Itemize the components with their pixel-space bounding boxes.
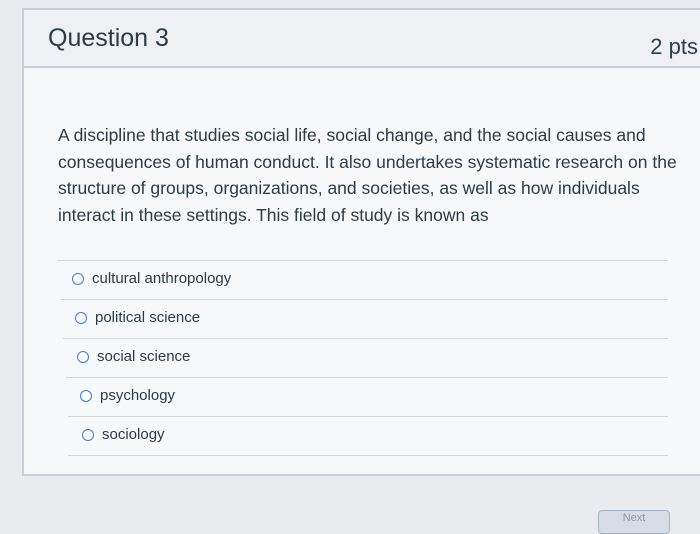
answer-option[interactable]: political science bbox=[61, 299, 668, 338]
answer-option[interactable]: social science bbox=[63, 338, 668, 377]
answer-list: cultural anthropology political science … bbox=[58, 260, 668, 456]
radio-button[interactable] bbox=[72, 273, 84, 285]
next-button[interactable]: Next bbox=[598, 510, 670, 534]
radio-button[interactable] bbox=[77, 351, 89, 363]
question-card: Question 3 2 pts A discipline that studi… bbox=[22, 8, 700, 476]
answer-label[interactable]: sociology bbox=[102, 426, 165, 443]
answer-option[interactable]: psychology bbox=[66, 377, 668, 416]
question-points: 2 pts bbox=[650, 34, 698, 59]
answer-option[interactable]: sociology bbox=[68, 416, 668, 456]
radio-button[interactable] bbox=[82, 429, 94, 441]
answer-label[interactable]: cultural anthropology bbox=[92, 270, 231, 287]
answer-option[interactable]: cultural anthropology bbox=[58, 260, 668, 299]
question-text: A discipline that studies social life, s… bbox=[58, 125, 677, 225]
answer-label[interactable]: social science bbox=[97, 348, 190, 365]
question-header: Question 3 2 pts bbox=[24, 10, 700, 68]
answer-label[interactable]: psychology bbox=[100, 387, 175, 404]
radio-button[interactable] bbox=[75, 312, 87, 324]
radio-button[interactable] bbox=[80, 390, 92, 402]
answer-label[interactable]: political science bbox=[95, 309, 200, 326]
question-title: Question 3 bbox=[48, 24, 169, 52]
